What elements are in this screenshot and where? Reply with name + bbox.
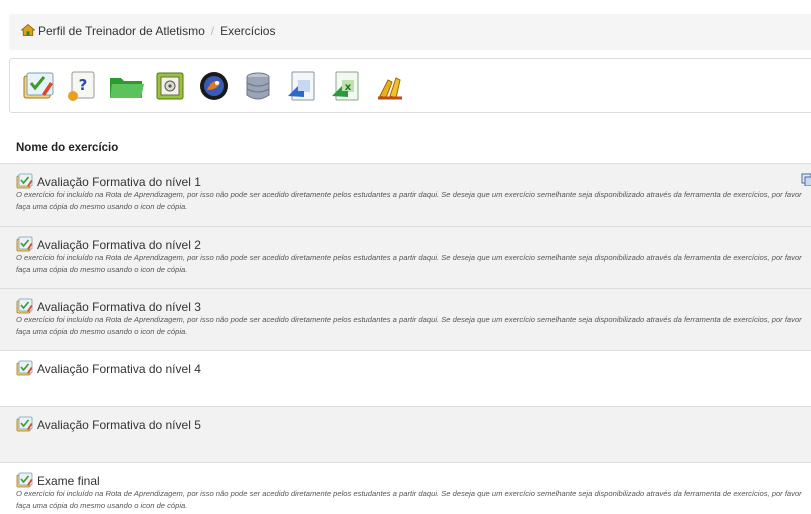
- hotpotatoes-icon: [200, 72, 228, 100]
- import-folder-button[interactable]: [106, 66, 146, 106]
- table-row: Avaliação Formativa do nível 2 O exercíc…: [0, 227, 811, 289]
- database-icon: [246, 72, 270, 100]
- export-qti-button[interactable]: [282, 66, 322, 106]
- export-qti-icon: [288, 71, 315, 101]
- exercise-note: O exercício foi incluído na Rota de Apre…: [16, 315, 802, 336]
- table-row: Avaliação Formativa do nível 4: [0, 351, 811, 407]
- export-excel-button[interactable]: x: [326, 66, 366, 106]
- exercise-note: O exercício foi incluído na Rota de Apre…: [16, 489, 802, 510]
- exercise-title-link[interactable]: Avaliação Formativa do nível 5: [37, 418, 201, 432]
- exercise-icon: [16, 173, 33, 189]
- column-header-exercise-name[interactable]: Nome do exercício: [16, 142, 118, 154]
- table-row: Avaliação Formativa do nível 1 O exercíc…: [0, 164, 811, 227]
- new-test-icon: [23, 72, 54, 99]
- database-button[interactable]: [238, 66, 278, 106]
- import-folder-icon: [110, 78, 144, 98]
- exercise-icon: [16, 416, 33, 432]
- question-pool-icon: ?: [68, 71, 95, 101]
- safe-icon: [156, 72, 184, 100]
- exercise-toolbar: ? x: [9, 58, 811, 113]
- hotpotatoes-button[interactable]: [194, 66, 234, 106]
- breadcrumb-separator: /: [210, 24, 215, 38]
- exercise-title-link[interactable]: Avaliação Formativa do nível 4: [37, 362, 201, 376]
- exercise-note: O exercício foi incluído na Rota de Apre…: [16, 253, 802, 274]
- exercise-title-link[interactable]: Avaliação Formativa do nível 1: [37, 175, 201, 189]
- table-row: Exame final O exercício foi incluído na …: [0, 463, 811, 514]
- safe-button[interactable]: [150, 66, 190, 106]
- export-excel-icon: x: [332, 71, 359, 101]
- home-icon[interactable]: [21, 24, 35, 36]
- exercise-icon: [16, 360, 33, 376]
- exercise-title-link[interactable]: Avaliação Formativa do nível 3: [37, 300, 201, 314]
- exercise-icon: [16, 298, 33, 314]
- breadcrumb-link-course[interactable]: Perfil de Treinador de Atletismo: [38, 24, 205, 38]
- exercise-title-link[interactable]: Exame final: [37, 474, 100, 488]
- table-row: Avaliação Formativa do nível 3 O exercíc…: [0, 289, 811, 351]
- new-test-button[interactable]: [18, 66, 58, 106]
- table-row: Avaliação Formativa do nível 5: [0, 407, 811, 463]
- clean-results-button[interactable]: [370, 66, 410, 106]
- question-pool-button[interactable]: ?: [62, 66, 102, 106]
- breadcrumb-current: Exercícios: [220, 24, 276, 38]
- svg-text:?: ?: [79, 76, 88, 94]
- broom-icon: [378, 77, 402, 100]
- exercise-icon: [16, 236, 33, 252]
- exercise-title-link[interactable]: Avaliação Formativa do nível 2: [37, 238, 201, 252]
- exercise-note: O exercício foi incluído na Rota de Apre…: [16, 190, 802, 211]
- copy-icon[interactable]: [800, 172, 811, 186]
- breadcrumb: Perfil de Treinador de Atletismo / Exercíc…: [9, 14, 811, 50]
- exercise-icon: [16, 472, 33, 488]
